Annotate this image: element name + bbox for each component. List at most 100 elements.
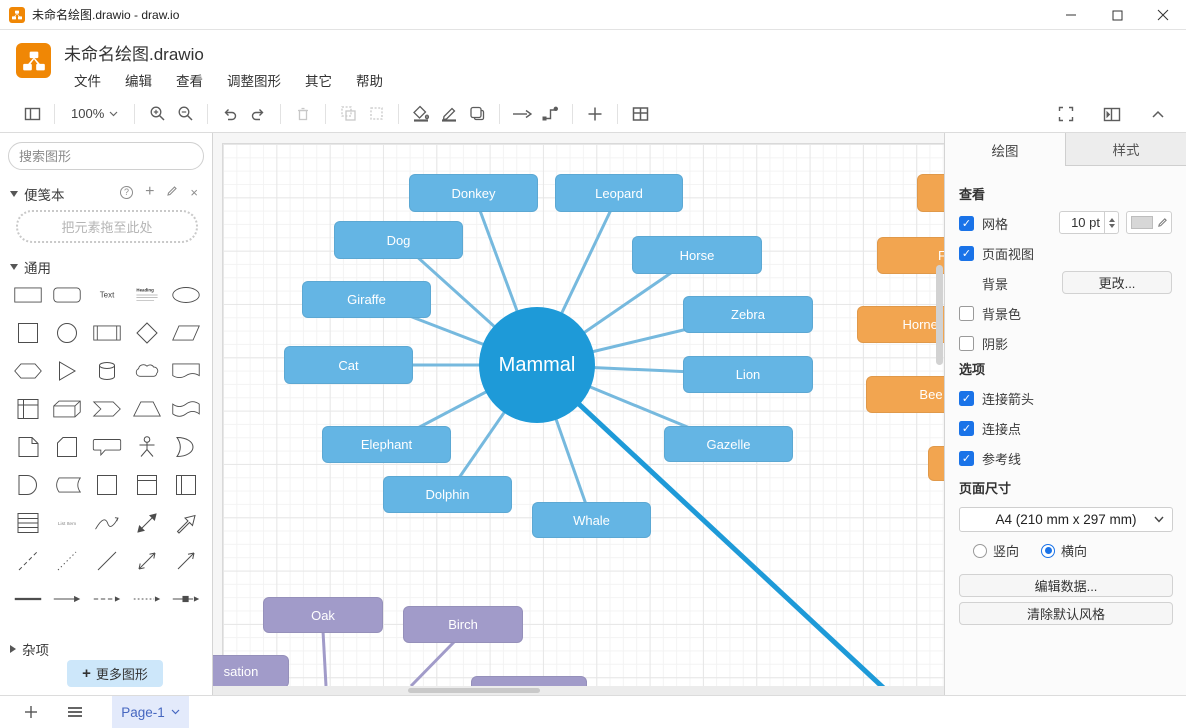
node-donkey[interactable]: Donkey <box>409 174 538 212</box>
node-zebra[interactable]: Zebra <box>683 296 813 333</box>
document-shape[interactable] <box>166 354 206 388</box>
maximize-button[interactable] <box>1094 0 1140 30</box>
circle-shape[interactable] <box>48 316 88 350</box>
document-title[interactable]: 未命名绘图.drawio <box>64 40 204 65</box>
zoom-select[interactable]: 100% <box>63 106 126 121</box>
node-sation[interactable]: sation <box>213 655 289 688</box>
vertical-frame-shape[interactable] <box>166 468 206 502</box>
menu-item-0[interactable]: 文件 <box>74 70 101 90</box>
insert-button[interactable] <box>581 101 609 127</box>
fullscreen-button[interactable] <box>1052 101 1080 127</box>
trapezoid-shape[interactable] <box>127 392 167 426</box>
node-dog[interactable]: Dog <box>334 221 463 259</box>
hscroll-thumb[interactable] <box>408 688 540 693</box>
actor-shape[interactable] <box>127 430 167 464</box>
dotted-line-shape[interactable] <box>48 544 88 578</box>
node-whale[interactable]: Whale <box>532 502 651 538</box>
labeled-edge-shape[interactable] <box>166 582 206 616</box>
scratchpad-header[interactable]: 便笺本 <box>10 184 65 204</box>
connection-button[interactable] <box>536 101 564 127</box>
add-icon[interactable]: + <box>145 183 154 201</box>
text-shape[interactable]: Text <box>87 278 127 312</box>
page-tab[interactable]: Page-1 <box>112 696 189 728</box>
fill-color-button[interactable] <box>407 101 435 127</box>
node-mammal-center[interactable]: Mammal <box>479 307 595 423</box>
edge-extra-0[interactable] <box>323 631 326 686</box>
cylinder-shape[interactable] <box>87 354 127 388</box>
directional-connector-shape[interactable] <box>166 544 206 578</box>
node-f[interactable]: F <box>877 237 944 274</box>
diamond-shape[interactable] <box>127 316 167 350</box>
node-elephant[interactable]: Elephant <box>322 426 451 463</box>
menu-item-4[interactable]: 其它 <box>305 70 332 90</box>
menu-item-5[interactable]: 帮助 <box>356 70 383 90</box>
pages-menu-icon[interactable] <box>60 706 90 718</box>
tape-shape[interactable] <box>166 392 206 426</box>
close-button[interactable] <box>1140 0 1186 30</box>
search-input[interactable] <box>19 149 195 164</box>
drawing-canvas[interactable]: DonkeyLeopardDogHorseGiraffeZebraCatLion… <box>213 133 944 695</box>
arrow-edge-shape[interactable] <box>48 582 88 616</box>
edit-icon[interactable] <box>166 185 178 200</box>
internal-storage-shape[interactable] <box>8 392 48 426</box>
edge-extra-1[interactable] <box>411 641 455 686</box>
page-view-checkbox[interactable]: ✓ <box>959 246 974 261</box>
zoom-out-button[interactable] <box>171 101 199 127</box>
frame-shape[interactable] <box>127 468 167 502</box>
triangle-shape[interactable] <box>48 354 88 388</box>
callout-shape[interactable] <box>87 430 127 464</box>
redo-button[interactable] <box>244 101 272 127</box>
node-insect-16[interactable] <box>928 446 944 481</box>
grid-color-button[interactable] <box>1126 211 1172 234</box>
scratchpad-drop-area[interactable]: 把元素拖至此处 <box>16 210 198 243</box>
node-giraffe[interactable]: Giraffe <box>302 281 431 318</box>
tab-diagram[interactable]: 绘图 <box>945 133 1065 166</box>
waypoints-arrow-button[interactable] <box>508 101 536 127</box>
delete-button[interactable] <box>289 101 317 127</box>
hexagon-shape[interactable] <box>8 354 48 388</box>
square-shape[interactable] <box>8 316 48 350</box>
curve-shape[interactable] <box>87 506 127 540</box>
line-color-button[interactable] <box>435 101 463 127</box>
line-shape[interactable] <box>87 544 127 578</box>
node-leopard[interactable]: Leopard <box>555 174 683 212</box>
menu-item-3[interactable]: 调整图形 <box>227 70 281 90</box>
rectangle-shape[interactable] <box>8 278 48 312</box>
edit-data-button[interactable]: 编辑数据... <box>959 574 1173 597</box>
bidirectional-connector-shape[interactable] <box>127 544 167 578</box>
container-shape[interactable] <box>87 468 127 502</box>
grid-size-stepper[interactable] <box>1105 211 1119 234</box>
collapse-toolbar-button[interactable] <box>1144 101 1172 127</box>
arrow-shape[interactable] <box>166 506 206 540</box>
page-size-select[interactable]: A4 (210 mm x 297 mm) <box>959 507 1173 532</box>
node-gazelle[interactable]: Gazelle <box>664 426 793 462</box>
ellipse-shape[interactable] <box>166 278 206 312</box>
data-storage-shape[interactable] <box>48 468 88 502</box>
dashed-edge-1-shape[interactable] <box>87 582 127 616</box>
node-hornet[interactable]: Hornet <box>857 306 944 343</box>
misc-section-header[interactable]: 杂项 <box>10 639 49 659</box>
and-shape[interactable] <box>8 468 48 502</box>
add-page-button[interactable] <box>16 705 46 719</box>
undo-button[interactable] <box>216 101 244 127</box>
change-background-button[interactable]: 更改... <box>1062 271 1172 294</box>
clear-default-style-button[interactable]: 清除默认风格 <box>959 602 1173 625</box>
dashed-edge-2-shape[interactable] <box>127 582 167 616</box>
option-checkbox-0[interactable]: ✓ <box>959 391 974 406</box>
general-section-header[interactable]: 通用 <box>10 257 51 277</box>
or-shape[interactable] <box>166 430 206 464</box>
list-item-shape[interactable]: List Item <box>48 506 88 540</box>
node-horse[interactable]: Horse <box>632 236 762 274</box>
menu-item-2[interactable]: 查看 <box>176 70 203 90</box>
rounded-rectangle-shape[interactable] <box>48 278 88 312</box>
dashed-line-shape[interactable] <box>8 544 48 578</box>
toggle-sidebar-button[interactable] <box>18 101 46 127</box>
tab-style[interactable]: 样式 <box>1065 133 1186 166</box>
grid-size-input[interactable]: 10 pt <box>1059 211 1105 234</box>
to-back-button[interactable] <box>362 101 390 127</box>
heading-shape[interactable]: Heading <box>127 278 167 312</box>
table-button[interactable] <box>626 101 654 127</box>
process-shape[interactable] <box>87 316 127 350</box>
node-dolphin[interactable]: Dolphin <box>383 476 512 513</box>
cube-shape[interactable] <box>48 392 88 426</box>
